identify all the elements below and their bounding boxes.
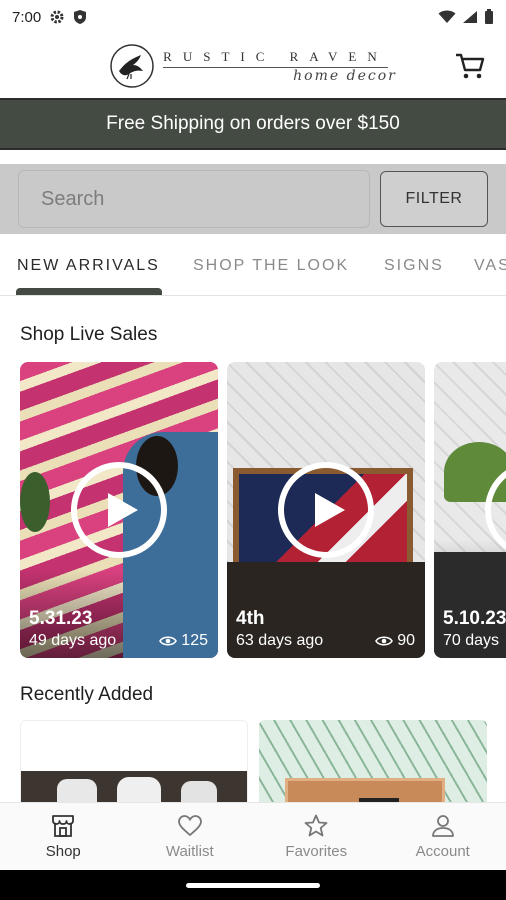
live-sale-view-count: 125 — [181, 632, 208, 649]
tab-signs[interactable]: SIGNS — [384, 236, 444, 295]
storefront-icon — [52, 815, 75, 837]
nav-waitlist[interactable]: Waitlist — [127, 803, 254, 870]
person-icon — [431, 815, 454, 837]
brand-tagline: home decor — [293, 67, 397, 84]
star-icon — [304, 814, 328, 837]
live-sale-view-count: 90 — [397, 632, 415, 649]
live-sales-carousel: 5.31.23 49 days ago 125 4th 63 days ago — [0, 362, 506, 658]
tab-vases[interactable]: VAS — [474, 236, 506, 295]
product-card[interactable] — [20, 720, 248, 802]
filter-button[interactable]: FILTER — [380, 171, 488, 227]
recently-added-carousel — [0, 720, 506, 802]
play-icon[interactable] — [278, 462, 374, 558]
shield-icon — [74, 10, 87, 24]
raven-logo-icon — [110, 44, 154, 88]
live-sale-date: 5.10.23 — [443, 608, 506, 629]
live-sale-card[interactable]: 4th 63 days ago 90 — [227, 362, 425, 658]
heart-icon — [177, 815, 202, 837]
nav-waitlist-label: Waitlist — [165, 843, 214, 860]
nav-account-label: Account — [415, 843, 470, 860]
tab-new-arrivals[interactable]: NEW ARRIVALS — [17, 236, 160, 295]
eye-icon — [159, 636, 178, 646]
live-sale-age: 49 days ago — [29, 632, 117, 649]
live-sale-card[interactable]: 5.31.23 49 days ago 125 — [20, 362, 218, 658]
cart-icon — [456, 53, 485, 79]
live-sale-views: 90 — [375, 632, 415, 650]
product-thumbnail — [21, 771, 247, 802]
recently-added-title: Recently Added — [20, 684, 154, 705]
product-card[interactable] — [259, 720, 487, 802]
cart-button[interactable] — [454, 50, 486, 82]
battery-icon — [485, 9, 493, 24]
play-icon[interactable] — [71, 462, 167, 558]
wifi-icon — [438, 10, 456, 23]
system-navigation-bar — [0, 870, 506, 900]
live-sale-date: 5.31.23 — [29, 608, 93, 629]
search-input[interactable] — [18, 170, 370, 228]
app-header: RUSTIC RAVEN home decor — [0, 34, 506, 98]
status-time: 7:00 — [12, 8, 42, 26]
live-sale-age: 70 days — [443, 632, 500, 649]
live-sales-title: Shop Live Sales — [20, 324, 158, 345]
bottom-navigation: Shop Waitlist Favorites Account — [0, 802, 506, 870]
nav-account[interactable]: Account — [380, 803, 506, 870]
live-sale-card[interactable]: 5.10.23 70 days — [434, 362, 506, 658]
settings-icon — [50, 10, 64, 24]
nav-favorites[interactable]: Favorites — [253, 803, 380, 870]
nav-shop[interactable]: Shop — [0, 803, 127, 870]
category-tabs: NEW ARRIVALS SHOP THE LOOK SIGNS VAS — [0, 236, 506, 296]
live-sale-age: 63 days ago — [236, 632, 324, 649]
live-sale-date: 4th — [236, 608, 265, 629]
brand-logo[interactable]: RUSTIC RAVEN home decor — [109, 43, 397, 89]
live-sale-views: 125 — [159, 632, 208, 650]
status-bar: 7:00 — [0, 0, 506, 34]
search-bar: FILTER — [0, 164, 506, 234]
eye-icon — [375, 636, 394, 646]
promo-banner: Free Shipping on orders over $150 — [0, 98, 506, 150]
nav-favorites-label: Favorites — [285, 843, 348, 860]
tab-shop-the-look[interactable]: SHOP THE LOOK — [193, 236, 349, 295]
nav-shop-label: Shop — [45, 843, 81, 860]
brand-name: RUSTIC RAVEN — [163, 49, 388, 68]
active-tab-indicator — [16, 288, 162, 295]
cellular-signal-icon — [463, 11, 477, 23]
home-gesture-handle[interactable] — [186, 882, 320, 888]
promo-text: Free Shipping on orders over $150 — [106, 113, 400, 134]
